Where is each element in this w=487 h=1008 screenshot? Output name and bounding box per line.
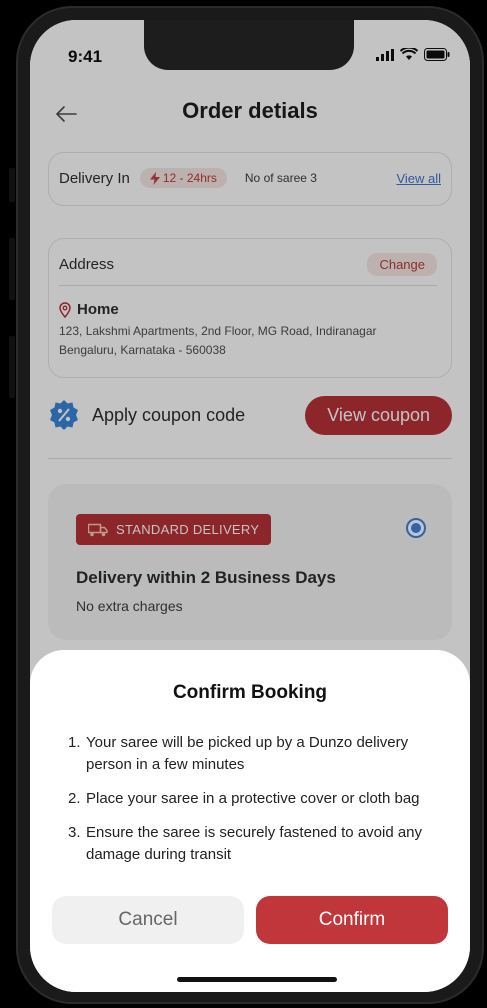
sheet-title: Confirm Booking	[172, 682, 328, 703]
side-button-volume-down	[9, 336, 15, 398]
phone-frame: 9:41 Order detials Delivery In 12 - 24hr…	[16, 6, 484, 1004]
instruction-item: 2. Place your saree in a protective cove…	[68, 788, 446, 810]
confirm-button[interactable]: Confirm	[256, 896, 448, 944]
instruction-text: Ensure the saree is securely fastened to…	[86, 824, 423, 863]
home-indicator[interactable]	[177, 977, 337, 982]
instruction-list: 1. Your saree will be picked up by a Dun…	[68, 732, 446, 878]
instruction-number: 1.	[68, 734, 81, 751]
instruction-item: 3. Ensure the saree is securely fastened…	[68, 822, 446, 866]
instruction-number: 3.	[68, 824, 81, 841]
cancel-button[interactable]: Cancel	[52, 896, 244, 944]
instruction-text: Place your saree in a protective cover o…	[86, 790, 420, 807]
sheet-buttons: Cancel Confirm	[52, 896, 448, 944]
side-button-volume-up	[9, 238, 15, 300]
instruction-text: Your saree will be picked up by a Dunzo …	[86, 734, 409, 773]
instruction-number: 2.	[68, 790, 81, 807]
instruction-item: 1. Your saree will be picked up by a Dun…	[68, 732, 446, 776]
screen: 9:41 Order detials Delivery In 12 - 24hr…	[30, 20, 470, 992]
side-button-mute	[9, 168, 15, 202]
confirm-booking-sheet: Confirm Booking 1. Your saree will be pi…	[30, 650, 470, 992]
